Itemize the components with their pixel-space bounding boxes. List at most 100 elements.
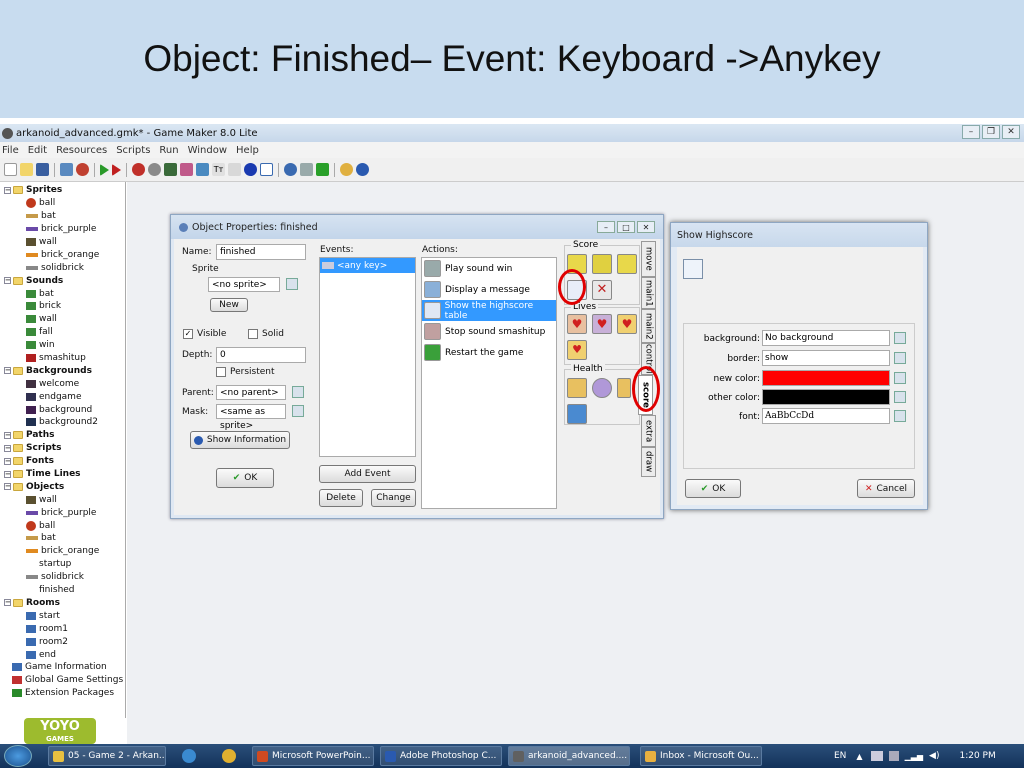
create-executable-icon[interactable] [60, 163, 73, 176]
new-color-swatch[interactable] [762, 370, 890, 386]
object-maximize-button[interactable]: □ [617, 221, 635, 233]
tree-item[interactable]: Extension Packages [0, 687, 125, 700]
action-item[interactable]: Show the highscore table [422, 300, 556, 321]
test-score-icon[interactable] [592, 254, 612, 274]
tree-item[interactable]: wall [0, 236, 125, 249]
border-menu-icon[interactable] [894, 352, 906, 364]
depth-field[interactable]: 0 [216, 347, 306, 363]
add-object-icon[interactable] [244, 163, 257, 176]
menu-window[interactable]: Window [188, 145, 227, 156]
taskbar-item-powerpoint-folder[interactable]: 05 - Game 2 - Arkan... [48, 746, 166, 766]
start-button[interactable] [4, 745, 32, 767]
tree-item[interactable]: − Objects [0, 480, 125, 493]
action-item[interactable]: Restart the game [422, 342, 556, 363]
add-sprite-icon[interactable] [132, 163, 145, 176]
tree-item[interactable]: brick_purple [0, 506, 125, 519]
tree-item[interactable]: fall [0, 326, 125, 339]
tree-item[interactable]: brick_purple [0, 223, 125, 236]
tree-item[interactable]: solidbrick [0, 571, 125, 584]
background-field[interactable]: No background [762, 330, 890, 346]
tree-item[interactable]: − Sounds [0, 274, 125, 287]
other-color-menu-icon[interactable] [894, 391, 906, 403]
other-color-swatch[interactable] [762, 389, 890, 405]
tree-item[interactable]: end [0, 648, 125, 661]
tree-item[interactable]: brick_orange [0, 545, 125, 558]
tree-item[interactable]: room2 [0, 635, 125, 648]
test-lives-icon[interactable]: ♥ [592, 314, 612, 334]
tab-extra[interactable]: extra [641, 415, 656, 447]
draw-life-images-icon[interactable]: ♥ [567, 340, 587, 360]
menu-scripts[interactable]: Scripts [116, 145, 150, 156]
tree-item[interactable]: wall [0, 313, 125, 326]
expand-toggle-icon[interactable]: − [4, 470, 11, 478]
tree-item[interactable]: welcome [0, 377, 125, 390]
publish-icon[interactable] [76, 163, 89, 176]
tab-move[interactable]: move [641, 241, 656, 277]
object-close-button[interactable]: ✕ [637, 221, 655, 233]
tree-item[interactable]: background2 [0, 416, 125, 429]
draw-score-icon[interactable] [617, 254, 637, 274]
menu-edit[interactable]: Edit [28, 145, 47, 156]
tree-item[interactable]: − Time Lines [0, 468, 125, 481]
action-item[interactable]: Stop sound smashitup [422, 321, 556, 342]
volume-icon[interactable]: ◀) [929, 751, 939, 761]
tab-draw[interactable]: draw [641, 447, 656, 477]
expand-toggle-icon[interactable]: − [4, 431, 11, 439]
tree-item[interactable]: startup [0, 558, 125, 571]
action-item[interactable]: Play sound win [422, 258, 556, 279]
ok-button[interactable]: ✔ OK [216, 468, 274, 488]
tree-item[interactable]: bat [0, 210, 125, 223]
add-background-icon[interactable] [164, 163, 177, 176]
score-caption-icon[interactable] [567, 404, 587, 424]
run-icon[interactable] [100, 163, 109, 176]
tree-item[interactable]: ball [0, 197, 125, 210]
action-item[interactable]: Display a message [422, 279, 556, 300]
clear-highscore-icon[interactable]: ✕ [592, 280, 612, 300]
highscore-cancel-button[interactable]: ✕ Cancel [857, 479, 915, 498]
set-lives-icon[interactable]: ♥ [567, 314, 587, 334]
tree-item[interactable]: bat [0, 532, 125, 545]
sprite-menu-icon[interactable] [286, 278, 298, 290]
tree-item[interactable]: ball [0, 519, 125, 532]
new-sprite-button[interactable]: New [210, 298, 248, 312]
tree-item[interactable]: brick_orange [0, 248, 125, 261]
tab-main1[interactable]: main1 [641, 277, 656, 309]
change-event-button[interactable]: Change [371, 489, 416, 507]
parent-menu-icon[interactable] [292, 386, 304, 398]
add-script-icon[interactable] [196, 163, 209, 176]
solid-checkbox[interactable] [248, 329, 258, 339]
signal-icon[interactable]: ▁▃▅ [905, 752, 923, 761]
expand-toggle-icon[interactable]: − [4, 483, 11, 491]
tree-item[interactable]: solidbrick [0, 261, 125, 274]
menu-file[interactable]: File [2, 145, 19, 156]
menu-help[interactable]: Help [236, 145, 259, 156]
set-health-icon[interactable] [567, 378, 587, 398]
tree-item[interactable]: bat [0, 287, 125, 300]
restore-button[interactable]: ❐ [982, 125, 1000, 139]
test-health-icon[interactable] [592, 378, 612, 398]
draw-health-icon[interactable] [617, 378, 631, 398]
chrome-icon[interactable] [222, 749, 236, 763]
tree-item[interactable]: Game Information [0, 661, 125, 674]
highscore-ok-button[interactable]: ✔ OK [685, 479, 741, 498]
expand-toggle-icon[interactable]: − [4, 367, 11, 375]
expand-toggle-icon[interactable]: − [4, 277, 11, 285]
tree-item[interactable]: win [0, 339, 125, 352]
tray-arrow-icon[interactable]: ▲ [856, 752, 862, 761]
delete-event-button[interactable]: Delete [319, 489, 363, 507]
sprite-field[interactable]: <no sprite> [208, 277, 280, 292]
menu-resources[interactable]: Resources [56, 145, 107, 156]
tree-item[interactable]: − Fonts [0, 455, 125, 468]
close-button[interactable]: ✕ [1002, 125, 1020, 139]
visible-checkbox[interactable]: ✓ [183, 329, 193, 339]
font-field[interactable]: AaBbCcDd [762, 408, 890, 424]
tree-item[interactable]: start [0, 609, 125, 622]
tree-item[interactable]: brick [0, 300, 125, 313]
taskbar-item-powerpoint[interactable]: Microsoft PowerPoin... [252, 746, 374, 766]
add-path-icon[interactable] [180, 163, 193, 176]
add-timeline-icon[interactable] [228, 163, 241, 176]
name-field[interactable]: finished [216, 244, 306, 260]
add-font-icon[interactable]: Tт [212, 163, 225, 176]
language-indicator[interactable]: EN [834, 751, 846, 761]
expand-toggle-icon[interactable]: − [4, 457, 11, 465]
